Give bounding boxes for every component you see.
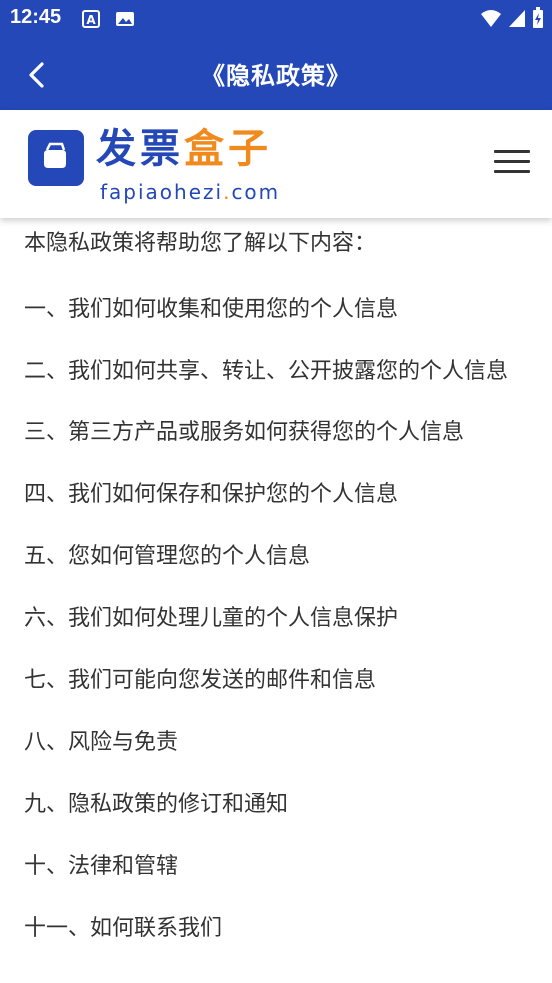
logo-domain-tld: com	[231, 180, 281, 204]
policy-content: 本隐私政策将帮助您了解以下内容： 一、我们如何收集和使用您的个人信息 二、我们如…	[24, 220, 528, 948]
menu-line	[494, 150, 530, 153]
toc-item: 九、隐私政策的修订和通知	[24, 792, 289, 817]
menu-line	[494, 160, 530, 163]
logo-domain-name: fapiaohezi	[100, 180, 224, 204]
menu-hamburger-icon[interactable]	[494, 150, 530, 176]
toc-item: 三、第三方产品或服务如何获得您的个人信息	[24, 420, 465, 445]
notification-a-icon: A	[82, 10, 100, 28]
toc-item: 十、法律和管辖	[24, 854, 179, 879]
logo-icon[interactable]	[28, 130, 84, 186]
toc-item: 八、风险与免责	[24, 730, 179, 755]
site-header: 发票盒子 fapiaohezi.com	[0, 110, 552, 218]
policy-intro: 本隐私政策将帮助您了解以下内容：	[24, 231, 377, 256]
toc-item: 五、您如何管理您的个人信息	[24, 544, 311, 569]
app-bar: 《隐私政策》	[0, 38, 552, 110]
toc-item: 七、我们可能向您发送的邮件和信息	[24, 668, 377, 693]
logo-domain: fapiaohezi.com	[100, 180, 280, 204]
toc-item: 四、我们如何保存和保护您的个人信息	[24, 482, 399, 507]
status-time: 12:45	[10, 6, 62, 28]
image-icon	[116, 12, 134, 26]
page-title: 《隐私政策》	[201, 62, 351, 90]
logo-wordmark[interactable]: 发票盒子	[96, 126, 272, 172]
toc-item: 十一、如何联系我们	[24, 916, 223, 941]
logo-text-orange: 盒子	[184, 126, 272, 172]
svg-text:A: A	[86, 13, 96, 27]
battery-charging-icon	[533, 7, 543, 28]
logo-text-blue: 发票	[96, 126, 184, 172]
toc-item: 一、我们如何收集和使用您的个人信息	[24, 297, 399, 322]
signal-icon	[509, 10, 525, 27]
toc-item: 二、我们如何共享、转让、公开披露您的个人信息	[24, 359, 509, 384]
status-bar: 12:45 A	[0, 0, 552, 38]
wifi-icon	[481, 10, 501, 27]
toc-item: 六、我们如何处理儿童的个人信息保护	[24, 606, 399, 631]
status-icons	[480, 7, 544, 29]
menu-line	[494, 170, 530, 173]
